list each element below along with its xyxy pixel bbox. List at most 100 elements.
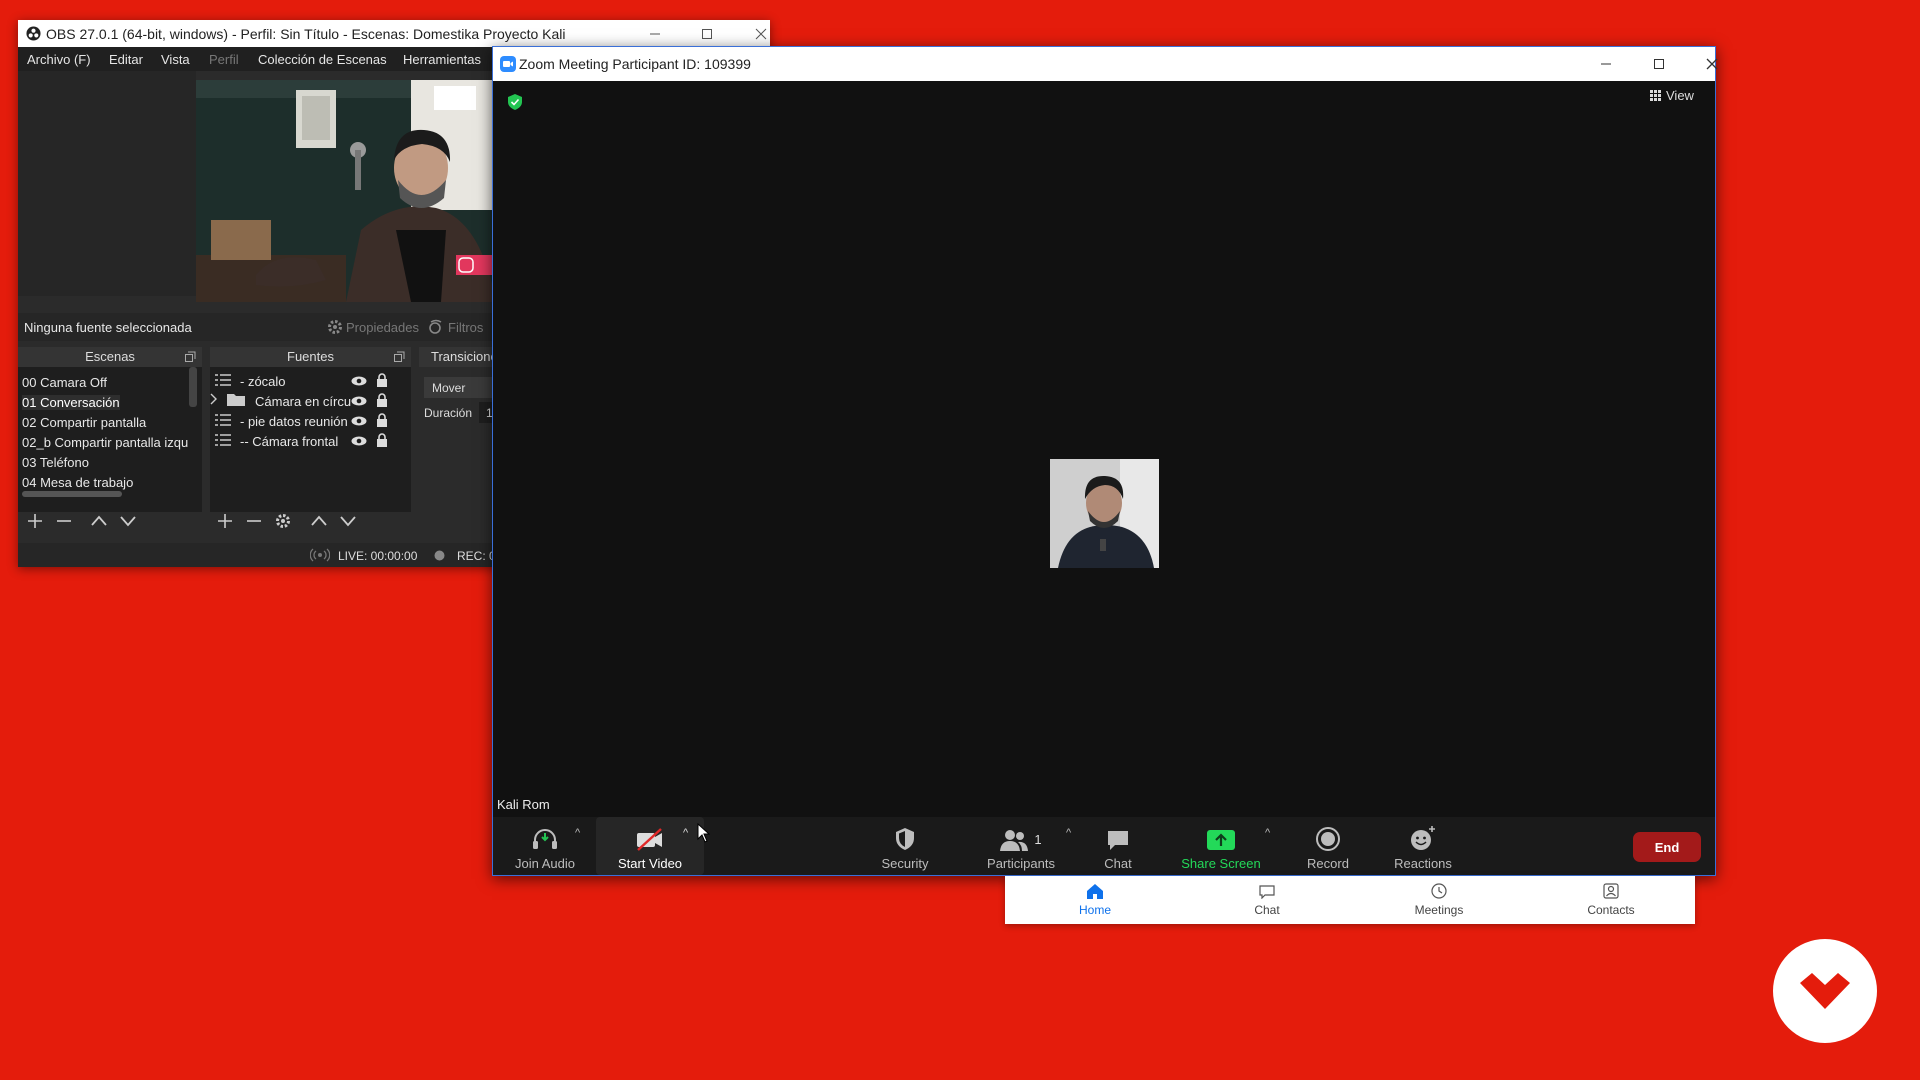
zoom-logo-icon: [500, 56, 516, 72]
record-label: Record: [1307, 856, 1349, 871]
nav-meetings-label: Meetings: [1414, 903, 1464, 917]
filters-button[interactable]: Filtros: [448, 320, 483, 335]
caret-up-icon[interactable]: ^: [1265, 827, 1270, 839]
zoom-titlebar: Zoom Meeting Participant ID: 109399: [493, 47, 1718, 81]
chevron-down-icon: [340, 516, 356, 527]
scene-item[interactable]: 02 Compartir pantalla: [22, 415, 146, 430]
mouse-cursor-icon: [697, 823, 710, 843]
eye-icon[interactable]: [351, 396, 367, 406]
join-audio-button[interactable]: Join Audio: [505, 817, 585, 875]
start-video-button[interactable]: Start Video: [596, 817, 704, 875]
maximize-icon: [702, 28, 712, 39]
close-icon: [755, 28, 767, 39]
sources-dock-header: Fuentes: [210, 347, 411, 367]
record-icon: [1316, 827, 1340, 851]
zoom-window-title: Zoom Meeting Participant ID: 109399: [519, 56, 751, 72]
zoom-maximize-button[interactable]: [1636, 47, 1682, 81]
lock-icon[interactable]: [376, 413, 388, 427]
shield-check-icon[interactable]: [508, 94, 522, 110]
reactions-button[interactable]: Reactions: [1378, 817, 1468, 875]
properties-button[interactable]: Propiedades: [346, 320, 419, 335]
nav-chat-label: Chat: [1254, 903, 1280, 917]
eye-icon[interactable]: [351, 416, 367, 426]
lock-icon[interactable]: [376, 373, 388, 387]
menu-editar[interactable]: Editar: [109, 52, 143, 67]
no-source-label: Ninguna fuente seleccionada: [24, 320, 192, 335]
list-icon: [215, 374, 231, 386]
nav-home[interactable]: Home: [1035, 876, 1155, 924]
end-meeting-button[interactable]: End: [1633, 832, 1701, 862]
menu-vista[interactable]: Vista: [161, 52, 190, 67]
caret-up-icon[interactable]: ^: [683, 827, 688, 839]
record-dot-icon: [434, 550, 445, 561]
scene-item[interactable]: 02_b Compartir pantalla izqu: [22, 435, 188, 450]
obs-maximize-button[interactable]: [684, 20, 730, 47]
menu-coleccion-escenas[interactable]: Colección de Escenas: [258, 52, 387, 67]
list-icon: [215, 414, 231, 426]
move-scene-down-button[interactable]: [118, 511, 138, 531]
chat-button[interactable]: Chat: [1078, 817, 1158, 875]
maximize-icon: [1654, 59, 1664, 69]
source-item[interactable]: - zócalo: [240, 374, 286, 389]
minimize-icon: [650, 33, 660, 34]
smiley-plus-icon: [1411, 826, 1435, 850]
undock-icon[interactable]: [185, 351, 196, 362]
eye-icon[interactable]: [351, 436, 367, 446]
scenes-hscrollbar[interactable]: [22, 491, 122, 497]
lock-icon[interactable]: [376, 393, 388, 407]
contacts-icon: [1603, 883, 1619, 899]
move-scene-up-button[interactable]: [89, 511, 109, 531]
remove-source-button[interactable]: [244, 511, 264, 531]
nav-contacts[interactable]: Contacts: [1551, 876, 1671, 924]
source-item[interactable]: -- Cámara frontal: [240, 434, 338, 449]
move-source-up-button[interactable]: [309, 511, 329, 531]
chevron-right-icon[interactable]: [208, 393, 218, 405]
zoom-close-button[interactable]: [1689, 47, 1735, 81]
obs-minimize-button[interactable]: [632, 20, 678, 47]
caret-up-icon[interactable]: ^: [1066, 827, 1071, 839]
scene-item[interactable]: 04 Mesa de trabajo: [22, 475, 133, 490]
source-item[interactable]: Cámara en círcu: [255, 394, 365, 409]
participants-button[interactable]: 1 Participants: [971, 817, 1071, 875]
domestika-logo-icon: [1800, 973, 1850, 1009]
scene-item[interactable]: 00 Camara Off: [22, 375, 107, 390]
scene-item-selected[interactable]: 01 Conversación: [22, 395, 120, 410]
view-button[interactable]: View: [1650, 88, 1694, 103]
menu-archivo[interactable]: Archivo (F): [27, 52, 91, 67]
nav-meetings[interactable]: Meetings: [1379, 876, 1499, 924]
move-source-down-button[interactable]: [338, 511, 358, 531]
remove-scene-button[interactable]: [54, 511, 74, 531]
nav-chat[interactable]: Chat: [1207, 876, 1327, 924]
obs-titlebar: OBS 27.0.1 (64-bit, windows) - Perfil: S…: [18, 20, 770, 47]
scenes-scrollbar[interactable]: [189, 367, 197, 407]
source-properties-button[interactable]: [273, 511, 293, 531]
security-button[interactable]: Security: [865, 817, 945, 875]
lock-icon[interactable]: [376, 433, 388, 447]
obs-logo-icon: [26, 26, 41, 41]
plus-icon: [218, 514, 232, 528]
add-source-button[interactable]: [215, 511, 235, 531]
participants-icon: [1000, 830, 1029, 851]
share-screen-button[interactable]: Share Screen: [1171, 817, 1271, 875]
eye-icon[interactable]: [351, 376, 367, 386]
menu-perfil[interactable]: Perfil: [209, 52, 239, 67]
obs-preview-background: [18, 71, 196, 296]
undock-icon[interactable]: [394, 351, 405, 362]
obs-close-button[interactable]: [738, 20, 784, 47]
grid-icon: [1650, 90, 1661, 101]
domestika-logo: [1773, 939, 1877, 1043]
chat-bubble-icon: [1259, 885, 1275, 899]
record-button[interactable]: Record: [1288, 817, 1368, 875]
zoom-minimize-button[interactable]: [1583, 47, 1629, 81]
sources-header-label: Fuentes: [287, 349, 334, 364]
zoom-meeting-window: Zoom Meeting Participant ID: 109399 View…: [492, 46, 1718, 876]
scene-item[interactable]: 03 Teléfono: [22, 455, 89, 470]
rec-timer: REC: 0: [457, 549, 496, 563]
caret-up-icon[interactable]: ^: [575, 827, 580, 839]
source-item[interactable]: - pie datos reunión: [240, 414, 364, 429]
nav-contacts-label: Contacts: [1587, 903, 1635, 917]
share-screen-icon: [1207, 830, 1235, 850]
add-scene-button[interactable]: [25, 511, 45, 531]
chevron-down-icon: [120, 516, 136, 527]
menu-herramientas[interactable]: Herramientas: [403, 52, 481, 67]
